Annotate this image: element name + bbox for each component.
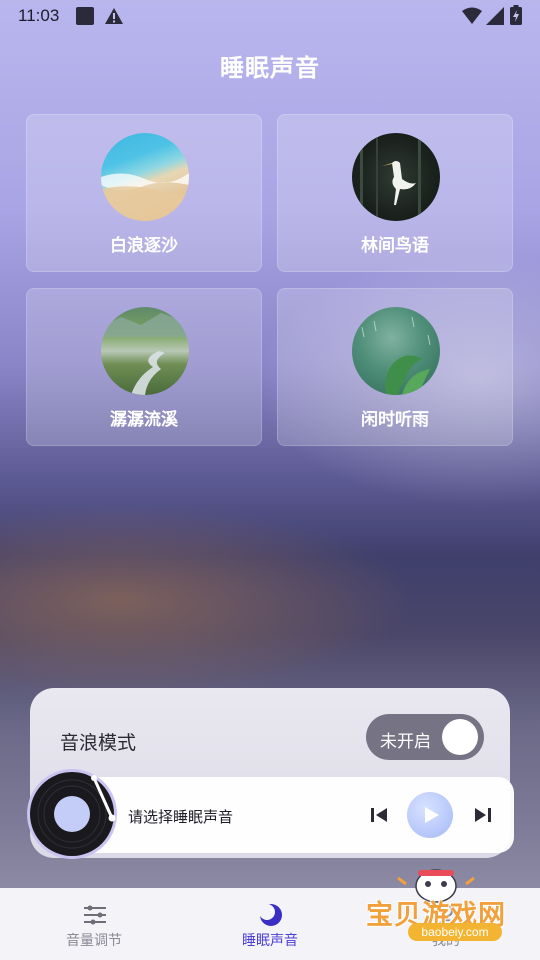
- player-track-placeholder: 请选择睡眠声音: [128, 809, 234, 826]
- status-time: 11:03: [18, 6, 60, 25]
- wifi-icon: [462, 7, 482, 24]
- sound-card-forest-birds[interactable]: 林间鸟语: [277, 114, 513, 272]
- page-title: 睡眠声音: [220, 55, 320, 82]
- moon-icon: [259, 904, 282, 926]
- wave-mode-toggle[interactable]: 未开启: [366, 714, 484, 760]
- sound-card-label: 林间鸟语: [361, 236, 429, 255]
- sliders-icon: [84, 905, 106, 925]
- warning-icon: [105, 8, 123, 24]
- signal-icon: [486, 7, 504, 25]
- egret-forest-image: [352, 133, 440, 221]
- sound-card-stream[interactable]: 潺潺流溪: [26, 288, 262, 446]
- toggle-state-label: 未开启: [380, 732, 431, 751]
- vinyl-record-icon: [27, 769, 117, 859]
- sound-card-beach[interactable]: 白浪逐沙: [26, 114, 262, 272]
- sound-card-label: 潺潺流溪: [110, 410, 178, 429]
- nav-label: 音量调节: [66, 932, 122, 948]
- player-bar[interactable]: 请选择睡眠声音: [58, 777, 514, 853]
- nav-item-sleep-sounds[interactable]: 睡眠声音: [180, 888, 360, 960]
- sound-card-label: 闲时听雨: [361, 410, 429, 429]
- previous-track-icon[interactable]: [368, 804, 390, 826]
- rain-leaves-image: [352, 307, 440, 395]
- wave-mode-label: 音浪模式: [60, 733, 137, 754]
- play-button[interactable]: [407, 792, 453, 838]
- status-bar: 11:03: [0, 0, 540, 32]
- battery-charging-icon: [510, 5, 522, 25]
- mountain-stream-image: [101, 307, 189, 395]
- play-icon: [425, 807, 439, 823]
- nav-label: 睡眠声音: [242, 932, 298, 948]
- beach-waves-image: [101, 133, 189, 221]
- sound-card-label: 白浪逐沙: [110, 236, 178, 255]
- notification-square-icon: [76, 7, 94, 25]
- toggle-knob: [442, 719, 478, 755]
- nav-item-volume[interactable]: 音量调节: [4, 888, 184, 960]
- sound-card-rain[interactable]: 闲时听雨: [277, 288, 513, 446]
- watermark-url: baobeiy.com: [408, 923, 502, 941]
- next-track-icon[interactable]: [472, 804, 494, 826]
